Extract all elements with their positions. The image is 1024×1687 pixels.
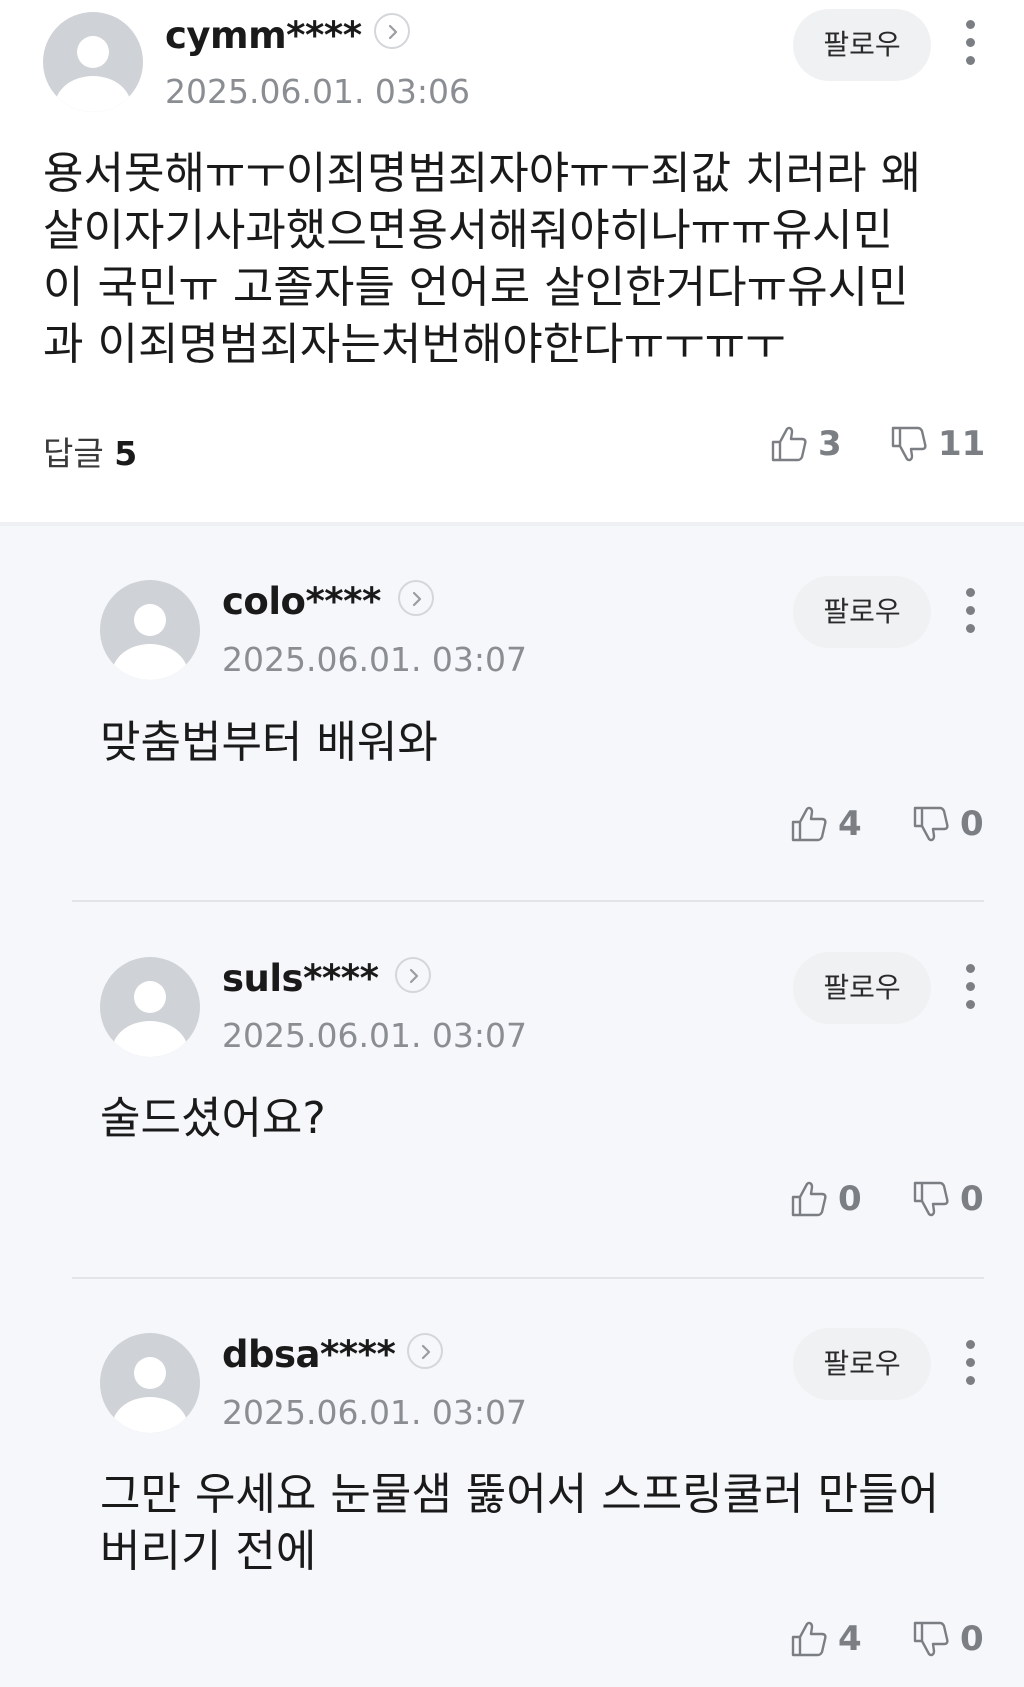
comment-body: 술드셨어요? [100,1090,326,1147]
thumbs-up-icon [791,1181,827,1217]
avatar-body-shape [55,76,131,112]
comment-body: 그만 우세요 눈물샘 뚫어서 스프링쿨러 만들어 버리기 전에 [100,1466,939,1580]
comment-line: 맞춤법부터 배워와 [100,717,438,768]
timestamp: 2025.06.01. 03:06 [165,72,471,111]
dislike-button[interactable]: 0 [912,1617,984,1661]
avatar-head-shape [134,604,166,636]
chevron-right-icon [412,591,422,607]
dislike-count: 0 [960,1179,984,1219]
comment-body: 용서못해ㅠㅜ이죄명범죄자야ㅠㅜ죄값 치러라 왜 살이자기사과했으면용서해줘야히나… [43,145,921,373]
more-options-button[interactable] [955,1334,985,1394]
comment-line: 그만 우세요 눈물샘 뚫어서 스프링쿨러 만들어 [100,1469,940,1520]
like-button[interactable]: 4 [790,802,862,846]
follow-button[interactable]: 팔로우 [793,1328,931,1400]
avatar-head-shape [134,981,166,1013]
thumbs-down-icon [913,806,949,842]
follow-button[interactable]: 팔로우 [793,952,931,1024]
chevron-right-icon [388,24,398,40]
profile-chevron-button[interactable] [407,1333,443,1369]
like-count: 4 [838,1619,862,1659]
timestamp: 2025.06.01. 03:07 [222,1393,528,1432]
reply-count-button[interactable]: 답글 5 [43,427,137,475]
more-options-button[interactable] [955,14,985,74]
reply-label: 답글 [43,434,104,473]
follow-button[interactable]: 팔로우 [793,576,931,648]
dislike-count: 0 [960,1619,984,1659]
more-options-button[interactable] [955,582,985,642]
main-comment: cymm**** 2025.06.01. 03:06 팔로우 용서못해ㅠㅜ이죄명… [0,0,1024,525]
avatar-body-shape [112,1397,188,1433]
comment-line: 술드셨어요? [100,1093,326,1144]
dislike-count: 0 [960,804,984,844]
more-options-button[interactable] [955,958,985,1018]
avatar[interactable] [100,957,200,1057]
thumbs-up-icon [771,426,807,462]
avatar[interactable] [100,580,200,680]
avatar[interactable] [43,12,143,112]
like-button[interactable]: 0 [790,1177,862,1221]
like-button[interactable]: 4 [790,1617,862,1661]
dislike-count: 11 [938,424,986,464]
profile-chevron-button[interactable] [374,13,410,49]
username[interactable]: colo**** [222,580,381,623]
avatar[interactable] [100,1333,200,1433]
thumbs-up-icon [791,806,827,842]
timestamp: 2025.06.01. 03:07 [222,1016,528,1055]
comment-line: 버리기 전에 [100,1526,317,1577]
comment-line: 살이자기사과했으면용서해줘야히나ㅠㅠ유시민 [43,205,894,256]
avatar-body-shape [112,644,188,680]
username[interactable]: cymm**** [165,14,362,57]
profile-chevron-button[interactable] [398,580,434,616]
like-count: 3 [818,424,842,464]
username[interactable]: dbsa**** [222,1333,396,1376]
thumbs-down-icon [913,1621,949,1657]
username[interactable]: suls**** [222,957,379,1000]
thumbs-down-icon [891,426,927,462]
thumbs-down-icon [913,1181,949,1217]
chevron-right-icon [409,968,419,984]
timestamp: 2025.06.01. 03:07 [222,640,528,679]
comment-line: 용서못해ㅠㅜ이죄명범죄자야ㅠㅜ죄값 치러라 왜 [43,148,922,199]
comment-body: 맞춤법부터 배워와 [100,714,438,771]
reply-divider [72,900,984,902]
dislike-button[interactable]: 11 [890,422,985,466]
reply-count: 5 [114,434,138,473]
like-count: 0 [838,1179,862,1219]
comment-line: 과 이죄명범죄자는처번해야한다ㅠㅜㅠㅜ [43,319,786,370]
reply-divider [72,1277,984,1279]
comment-line: 이 국민ㅠ 고졸자들 언어로 살인한거다ㅠ유시민 [43,262,909,313]
avatar-head-shape [134,1357,166,1389]
avatar-body-shape [112,1021,188,1057]
profile-chevron-button[interactable] [395,957,431,993]
chevron-right-icon [421,1344,431,1360]
like-count: 4 [838,804,862,844]
dislike-button[interactable]: 0 [912,802,984,846]
follow-button[interactable]: 팔로우 [793,9,931,81]
comment-thread: cymm**** 2025.06.01. 03:06 팔로우 용서못해ㅠㅜ이죄명… [0,0,1024,1687]
thumbs-up-icon [791,1621,827,1657]
avatar-head-shape [77,36,109,68]
dislike-button[interactable]: 0 [912,1177,984,1221]
like-button[interactable]: 3 [770,422,842,466]
